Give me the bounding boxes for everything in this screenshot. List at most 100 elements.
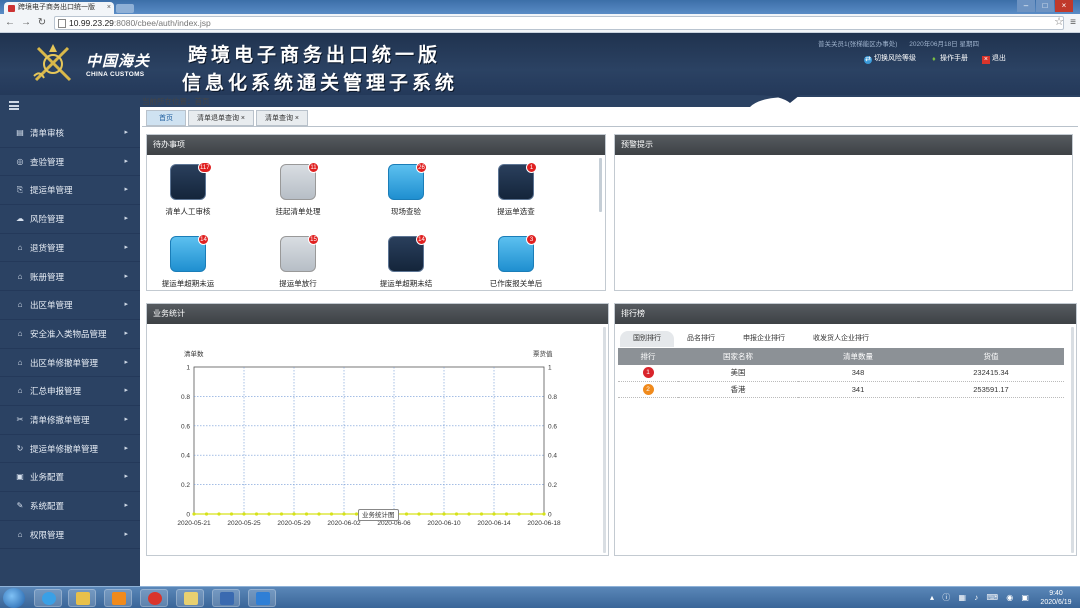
chevron-right-icon: ▸ [124,387,128,395]
data-point[interactable] [417,512,421,516]
data-point[interactable] [242,512,246,516]
taskbar-media-icon[interactable] [104,589,132,607]
taskbar-window-icon[interactable] [212,589,240,607]
sidebar-item-list-audit[interactable]: ▤ 清单审核 ▸ [0,119,140,148]
data-point[interactable] [217,512,221,516]
data-point[interactable] [542,512,546,516]
sidebar-item-risk[interactable]: ☁ 风险管理 ▸ [0,205,140,234]
refresh-icon: ↻ [16,443,24,453]
sidebar-item-label: 提运单修撤单管理 [30,443,99,454]
table-row[interactable]: 1 美国 348 232415.34 [618,365,1064,382]
sidebar-item-system-config[interactable]: ✎ 系统配置 ▸ [0,492,140,521]
reload-icon[interactable]: ↻ [36,17,48,29]
browser-tab[interactable]: 跨境电子商务出口统一版 × [4,2,114,14]
sidebar-item-bill-revise[interactable]: ↻ 提运单修撤单管理 ▸ [0,435,140,464]
url-input[interactable]: 10.99.23.29:8080/cbee/auth/index.jsp [54,16,1064,30]
todo-item-voided-declaration[interactable]: 3 已作废报关单后 [468,234,564,292]
todo-label: 清单人工审核 [165,207,211,216]
y-right-tick-label: 0.6 [548,423,557,430]
data-point[interactable] [504,512,509,516]
ranking-scrollbar[interactable] [1071,327,1074,553]
start-button[interactable] [3,588,25,608]
todo-item-bill-release[interactable]: 15 提运单放行 [250,234,346,292]
tab-product-rank[interactable]: 品名排行 [678,331,724,347]
todo-item-manual-audit[interactable]: 117 清单人工审核 [140,162,236,220]
taskbar-puzzle-icon[interactable] [248,589,276,607]
y-tick-label: 0.6 [181,423,190,430]
data-point[interactable] [529,512,534,516]
scissors-icon: ✂ [16,415,24,424]
plot-area-frame [193,366,545,515]
maximize-icon[interactable]: □ [1036,0,1054,12]
data-point[interactable] [479,512,484,516]
menu-toggle-icon[interactable] [9,101,19,110]
data-point[interactable] [317,512,321,516]
data-point[interactable] [442,512,446,516]
data-point[interactable] [429,512,434,516]
data-point[interactable] [492,512,496,516]
todo-label: 提运单超期未结 [379,279,433,288]
tab-list-return-query[interactable]: 清单退单查询 × [188,110,254,126]
home-icon: ⌂ [17,357,23,367]
manual-link[interactable]: ♦ 操作手册 [930,53,968,64]
taskbar-app-icon[interactable] [176,589,204,607]
sidebar-item-safety[interactable]: ⌂ 安全准入类物品管理 ▸ [0,320,140,349]
new-tab-button[interactable] [116,4,134,13]
tab-list-query[interactable]: 清单查询 × [256,110,308,126]
taskbar-chrome-icon[interactable] [140,589,168,607]
home-icon: ⌂ [17,386,23,396]
data-point[interactable] [404,512,409,516]
stats-scrollbar[interactable] [603,327,606,553]
sidebar-item-exit-revise[interactable]: ⌂ 出区单修撤单管理 ▸ [0,349,140,378]
todo-item-overdue-unshipped[interactable]: 14 提运单超期未运 [140,234,236,292]
sidebar-item-business-config[interactable]: ▣ 业务配置 ▸ [0,463,140,493]
switch-risk-link[interactable]: ⇄ 切换风险等级 [864,53,916,64]
sidebar-item-return[interactable]: ⌂ 退货管理 ▸ [0,234,140,263]
logout-link[interactable]: × 退出 [981,53,1006,64]
sidebar-item-inspection[interactable]: ◎ 查验管理 ▸ [0,148,140,177]
close-window-icon[interactable]: × [1055,0,1073,12]
sidebar-item-list-revise[interactable]: ✂ 清单修撤单管理 ▸ [0,406,140,435]
data-point[interactable] [304,512,309,516]
tab-close-icon[interactable]: × [107,2,111,14]
count-badge: 26 [416,162,427,173]
sidebar-item-summary[interactable]: ⌂ 汇总申报管理 ▸ [0,377,140,406]
todo-scrollbar[interactable] [599,158,602,212]
tab-country-rank[interactable]: 国别排行 [620,331,674,347]
data-point[interactable] [279,512,284,516]
tab-declarer-rank[interactable]: 申报企业排行 [736,331,792,347]
browser-menu-icon[interactable]: ≡ [1070,17,1076,28]
taskbar-ie-icon[interactable] [34,589,62,607]
taskbar-explorer-icon[interactable] [68,589,96,607]
back-icon[interactable]: ← [4,17,16,29]
data-point[interactable] [204,512,209,516]
tab-home[interactable]: 首页 [146,110,186,126]
column-header: 排行 [618,348,678,365]
minimize-icon[interactable]: – [1017,0,1035,12]
tab-consignee-rank[interactable]: 收发货人企业排行 [806,331,876,347]
sidebar-item-permissions[interactable]: ⌂ 权限管理 ▸ [0,521,140,550]
chevron-right-icon: ▸ [124,186,128,194]
todo-item-overdue-unsettled[interactable]: 14 提运单超期未结 [358,234,454,292]
data-point[interactable] [454,512,459,516]
bookmark-star-icon[interactable]: ☆ [1054,15,1064,28]
table-row[interactable]: 2 香港 341 253591.17 [618,381,1064,398]
data-point[interactable] [192,512,196,516]
breadcrumb: 当前所在位置：首页 [142,97,210,106]
forward-icon[interactable]: → [20,17,32,29]
data-point[interactable] [517,512,521,516]
data-point[interactable] [267,512,271,516]
data-point[interactable] [329,512,334,516]
sidebar-item-ledger[interactable]: ⌂ 账册管理 ▸ [0,263,140,292]
todo-item-site-inspection[interactable]: 26 现场查验 [358,162,454,220]
sidebar-item-bill[interactable]: ⎘ 提运单管理 ▸ [0,176,140,206]
todo-item-suspended[interactable]: 11 挂起清单处理 [250,162,346,220]
data-point[interactable] [467,512,471,516]
data-point[interactable] [229,512,234,516]
todo-item-bill-select[interactable]: 1 提运单选查 [468,162,564,220]
y-tick-label: 1 [186,365,190,372]
data-point[interactable] [292,512,296,516]
sidebar-item-exit-form[interactable]: ⌂ 出区单管理 ▸ [0,291,140,320]
data-point[interactable] [254,512,259,516]
data-point[interactable] [342,512,346,516]
